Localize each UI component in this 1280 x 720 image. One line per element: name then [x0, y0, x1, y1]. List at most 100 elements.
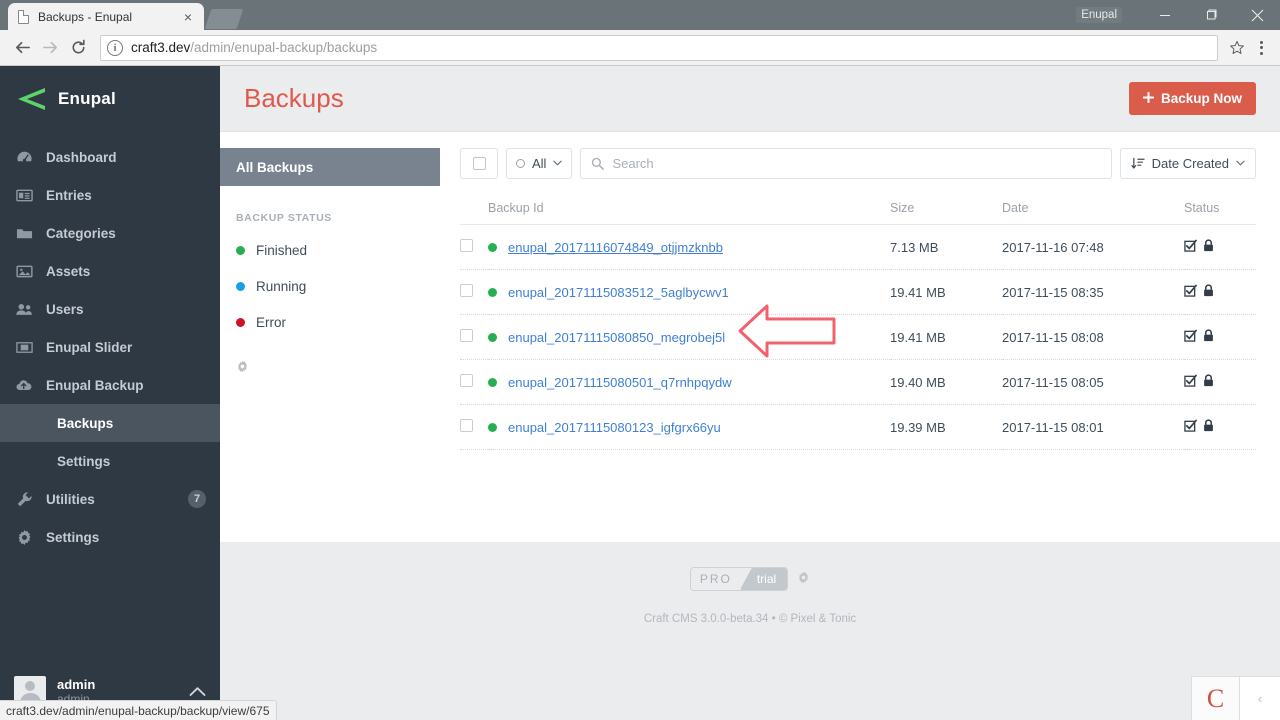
- column-size[interactable]: Size: [890, 201, 1002, 225]
- backup-now-button[interactable]: Backup Now: [1128, 82, 1256, 115]
- backup-date-cell: 2017-11-15 08:01: [1002, 404, 1184, 450]
- new-tab-button[interactable]: [204, 9, 244, 29]
- page-icon: [16, 9, 30, 24]
- sidebar-item-categories[interactable]: Categories: [0, 214, 220, 252]
- sidebar-item-dashboard[interactable]: Dashboard: [0, 138, 220, 176]
- table-row[interactable]: enupal_20171115080501_q7rnhpqydw 19.40 MB…: [460, 359, 1256, 405]
- site-info-icon[interactable]: i: [107, 39, 123, 56]
- table-row[interactable]: enupal_20171115083512_5aglbycwv1 19.41 MB…: [460, 269, 1256, 315]
- page-title: Backups: [244, 83, 344, 113]
- search-input[interactable]: [612, 156, 1101, 171]
- row-select-cell[interactable]: [460, 359, 488, 405]
- checked-checkbox-icon[interactable]: [1184, 329, 1197, 345]
- row-checkbox[interactable]: [460, 419, 473, 432]
- sidebar-item-enupal-backup[interactable]: Enupal Backup: [0, 366, 220, 404]
- backup-status-cell: [1184, 314, 1256, 360]
- select-all-button[interactable]: [460, 148, 498, 179]
- table-header-row: Backup Id Size Date Status: [460, 201, 1256, 225]
- sidebar-item-utilities[interactable]: Utilities 7: [0, 480, 220, 518]
- subnav-item-all-backups[interactable]: All Backups: [220, 148, 440, 186]
- sidebar-item-users[interactable]: Users: [0, 290, 220, 328]
- checked-checkbox-icon[interactable]: [1184, 374, 1197, 390]
- table-row[interactable]: enupal_20171115080850_megrobej5l 19.41 MB…: [460, 314, 1256, 360]
- sidebar-item-label: Enupal Backup: [46, 377, 144, 393]
- checked-checkbox-icon[interactable]: [1184, 284, 1197, 300]
- backup-id-link[interactable]: enupal_20171116074849_otjjmzknbb: [508, 240, 723, 255]
- sidebar-subitem-settings[interactable]: Settings: [0, 442, 220, 480]
- back-arrow-icon[interactable]: [8, 34, 36, 62]
- chevron-up-icon[interactable]: [189, 684, 206, 701]
- status-filter-running[interactable]: Running: [220, 268, 440, 304]
- search-icon: [591, 157, 605, 170]
- backup-id-link[interactable]: enupal_20171115080501_q7rnhpqydw: [508, 375, 732, 390]
- column-date[interactable]: Date: [1002, 201, 1184, 225]
- backup-id-link[interactable]: enupal_20171115080850_megrobej5l: [508, 330, 725, 345]
- status-filter-finished[interactable]: Finished: [220, 232, 440, 268]
- craft-logo-icon[interactable]: C: [1192, 677, 1240, 720]
- cloud-upload-icon: [14, 375, 34, 395]
- lock-icon[interactable]: [1203, 329, 1214, 345]
- table-row[interactable]: enupal_20171116074849_otjjmzknbb 7.13 MB 2…: [460, 224, 1256, 270]
- sidebar-item-label: Utilities: [46, 491, 95, 507]
- sidebar-item-label: Assets: [46, 263, 91, 279]
- row-checkbox[interactable]: [460, 329, 473, 342]
- browser-tab[interactable]: Backups - Enupal ×: [8, 3, 204, 30]
- row-checkbox[interactable]: [460, 284, 473, 297]
- row-select-cell[interactable]: [460, 314, 488, 360]
- lock-icon[interactable]: [1203, 374, 1214, 390]
- row-checkbox[interactable]: [460, 374, 473, 387]
- gear-icon[interactable]: [220, 340, 440, 376]
- sort-dropdown[interactable]: Date Created: [1119, 148, 1256, 179]
- backup-status-cell: [1184, 404, 1256, 450]
- chrome-menu-icon[interactable]: [1250, 35, 1272, 61]
- utilities-badge: 7: [188, 490, 206, 508]
- edition-badge[interactable]: PRO trial: [689, 567, 810, 591]
- status-dot-error: [236, 317, 245, 327]
- table-row[interactable]: enupal_20171115080123_igfgrx66yu 19.39 MB…: [460, 404, 1256, 450]
- sidebar-item-assets[interactable]: Assets: [0, 252, 220, 290]
- sidebar-item-entries[interactable]: Entries: [0, 176, 220, 214]
- bookmark-star-icon[interactable]: [1224, 35, 1250, 61]
- url-path: /admin/enupal-backup/backups: [190, 40, 378, 55]
- window-close-icon[interactable]: [1234, 0, 1280, 30]
- sidebar-item-enupal-slider[interactable]: Enupal Slider: [0, 328, 220, 366]
- lock-icon[interactable]: [1203, 419, 1214, 435]
- backup-id-link[interactable]: enupal_20171115083512_5aglbycwv1: [508, 285, 729, 300]
- status-filter-label: Error: [256, 314, 286, 330]
- reload-icon[interactable]: [64, 34, 92, 62]
- folder-icon: [14, 223, 34, 243]
- lock-icon[interactable]: [1203, 284, 1214, 300]
- row-select-cell[interactable]: [460, 269, 488, 315]
- page-footer: PRO trial Craft CMS 3.0.0-beta.34 • © Pi…: [220, 542, 1280, 720]
- backup-id-cell: enupal_20171116074849_otjjmzknbb: [488, 224, 890, 270]
- pro-trial-pill[interactable]: PRO trial: [689, 567, 789, 591]
- status-filter-error[interactable]: Error: [220, 304, 440, 340]
- maximize-icon[interactable]: [1188, 0, 1234, 30]
- gear-icon[interactable]: [797, 571, 810, 587]
- row-checkbox[interactable]: [460, 239, 473, 252]
- lock-icon[interactable]: [1203, 239, 1214, 255]
- chevron-left-icon[interactable]: ‹: [1240, 677, 1280, 720]
- column-status[interactable]: Status: [1184, 201, 1256, 225]
- backup-id-cell: enupal_20171115080123_igfgrx66yu: [488, 404, 890, 450]
- backup-id-link[interactable]: enupal_20171115080123_igfgrx66yu: [508, 420, 721, 435]
- sidebar-subitem-backups[interactable]: Backups: [0, 404, 220, 442]
- profile-name[interactable]: Enupal: [1076, 7, 1122, 23]
- sidebar-item-settings[interactable]: Settings: [0, 518, 220, 556]
- row-select-cell[interactable]: [460, 224, 488, 270]
- address-bar[interactable]: i craft3.dev/admin/enupal-backup/backups: [100, 34, 1218, 61]
- url-host: craft3.dev: [131, 40, 191, 55]
- backup-date-cell: 2017-11-15 08:08: [1002, 314, 1184, 360]
- users-icon: [14, 299, 34, 319]
- minimize-icon[interactable]: [1142, 0, 1188, 30]
- column-backup-id[interactable]: Backup Id: [488, 201, 890, 225]
- checked-checkbox-icon[interactable]: [1184, 419, 1197, 435]
- row-select-cell[interactable]: [460, 404, 488, 450]
- status-filter-dropdown[interactable]: All: [506, 148, 573, 179]
- search-box[interactable]: [580, 148, 1112, 179]
- checked-checkbox-icon[interactable]: [1184, 239, 1197, 255]
- close-icon[interactable]: ×: [180, 9, 196, 25]
- tab-title: Backups - Enupal: [38, 9, 133, 24]
- help-widget[interactable]: C ‹: [1191, 676, 1280, 720]
- brand[interactable]: Enupal: [0, 66, 220, 132]
